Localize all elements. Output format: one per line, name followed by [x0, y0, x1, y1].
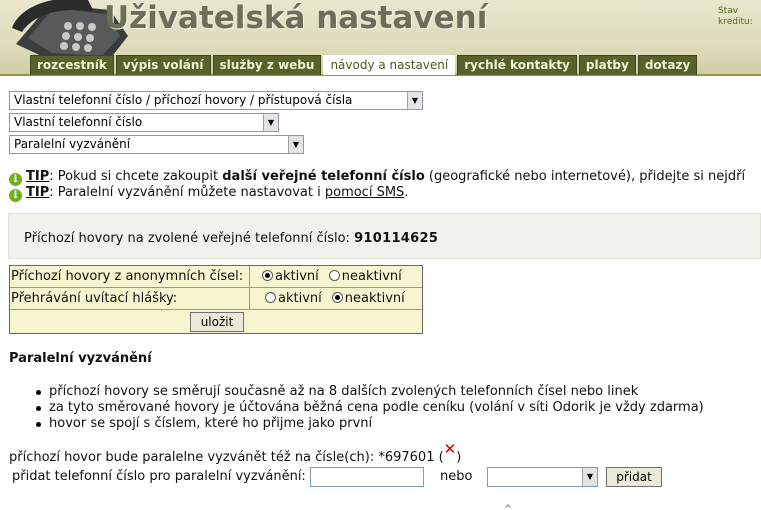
- public-number: 910114625: [354, 231, 439, 246]
- tab-rychle-kontakty[interactable]: rychlé kontakty: [457, 55, 577, 75]
- save-button[interactable]: uložit: [190, 312, 244, 332]
- info-icon: i: [9, 189, 22, 202]
- greeting-inactive-radio[interactable]: [331, 292, 343, 303]
- category-select[interactable]: Vlastní telefonní číslo / příchozí hovor…: [9, 91, 423, 110]
- list-item: hovor se spojí s číslem, které ho přijme…: [36, 416, 704, 432]
- sms-link[interactable]: pomocí SMS: [325, 185, 404, 200]
- tab-platby[interactable]: platby: [578, 55, 636, 75]
- tab-navody-a-nastaveni[interactable]: návody a nastavení: [323, 55, 456, 75]
- page-title: Uživatelská nastavení: [104, 0, 488, 36]
- number-info-box: Příchozí hovory na zvolené veřejné telef…: [8, 213, 761, 259]
- chevron-down-icon: ▼: [288, 136, 303, 153]
- tab-dotazy[interactable]: dotazy: [637, 55, 698, 75]
- chevron-down-icon: ▼: [582, 468, 597, 486]
- add-number-label: přidat telefonní číslo pro paralelní vyz…: [12, 469, 306, 484]
- add-button[interactable]: přidat: [606, 467, 662, 487]
- section-title: Paralelní vyzvánění: [9, 351, 152, 366]
- list-item: příchozí hovory se směrují současně až n…: [36, 384, 704, 400]
- delete-icon[interactable]: ✕: [444, 440, 457, 458]
- page-header: Uživatelská nastavení Stav kreditu: rozc…: [0, 0, 761, 76]
- chevron-down-icon: ▼: [263, 114, 278, 131]
- feature-list: příchozí hovory se směrují současně až n…: [36, 384, 704, 432]
- list-item: za tyto směrované hovory je účtována běž…: [36, 400, 704, 416]
- tip-label[interactable]: TIP: [26, 169, 49, 184]
- tip-sms: i TIP: Paralelní vyzvánění můžete nastavo…: [9, 185, 408, 202]
- settings-table: Příchozí hovory z anonymních čísel: akti…: [9, 265, 423, 334]
- subcategory-select[interactable]: Vlastní telefonní číslo ▼: [9, 113, 279, 132]
- topic-select[interactable]: Paralelní vyzvánění ▼: [9, 135, 304, 154]
- parallel-numbers-line: příchozí hovor bude paralelne vyzvánět t…: [9, 440, 462, 465]
- table-row: Přehrávání uvítací hlášky: aktivní neakti…: [10, 288, 422, 310]
- tab-sluzby-z-webu[interactable]: služby z webu: [212, 55, 322, 75]
- chevron-down-icon: ▼: [407, 92, 422, 109]
- main-tabs: rozcestník výpis volání služby z webu ná…: [30, 55, 699, 75]
- tab-rozcestnik[interactable]: rozcestník: [30, 55, 114, 75]
- credit-status: Stav kreditu:: [718, 6, 753, 27]
- greeting-label: Přehrávání uvítací hlášky:: [10, 288, 250, 309]
- tip-label[interactable]: TIP: [26, 185, 49, 200]
- add-number-select[interactable]: ▼: [487, 467, 598, 487]
- or-label: nebo: [440, 469, 473, 484]
- anonymous-inactive-radio[interactable]: [328, 270, 340, 281]
- add-number-input[interactable]: [310, 467, 424, 487]
- greeting-active-radio[interactable]: [265, 292, 276, 303]
- anonymous-active-radio[interactable]: [262, 270, 273, 281]
- table-row: Příchozí hovory z anonymních čísel: akti…: [10, 266, 422, 288]
- tip-extra-number: i TIP: Pokud si chcete zakoupit další veř…: [9, 169, 745, 186]
- anonymous-calls-label: Příchozí hovory z anonymních čísel:: [10, 266, 250, 287]
- tab-vypis-volani[interactable]: výpis volání: [115, 55, 211, 75]
